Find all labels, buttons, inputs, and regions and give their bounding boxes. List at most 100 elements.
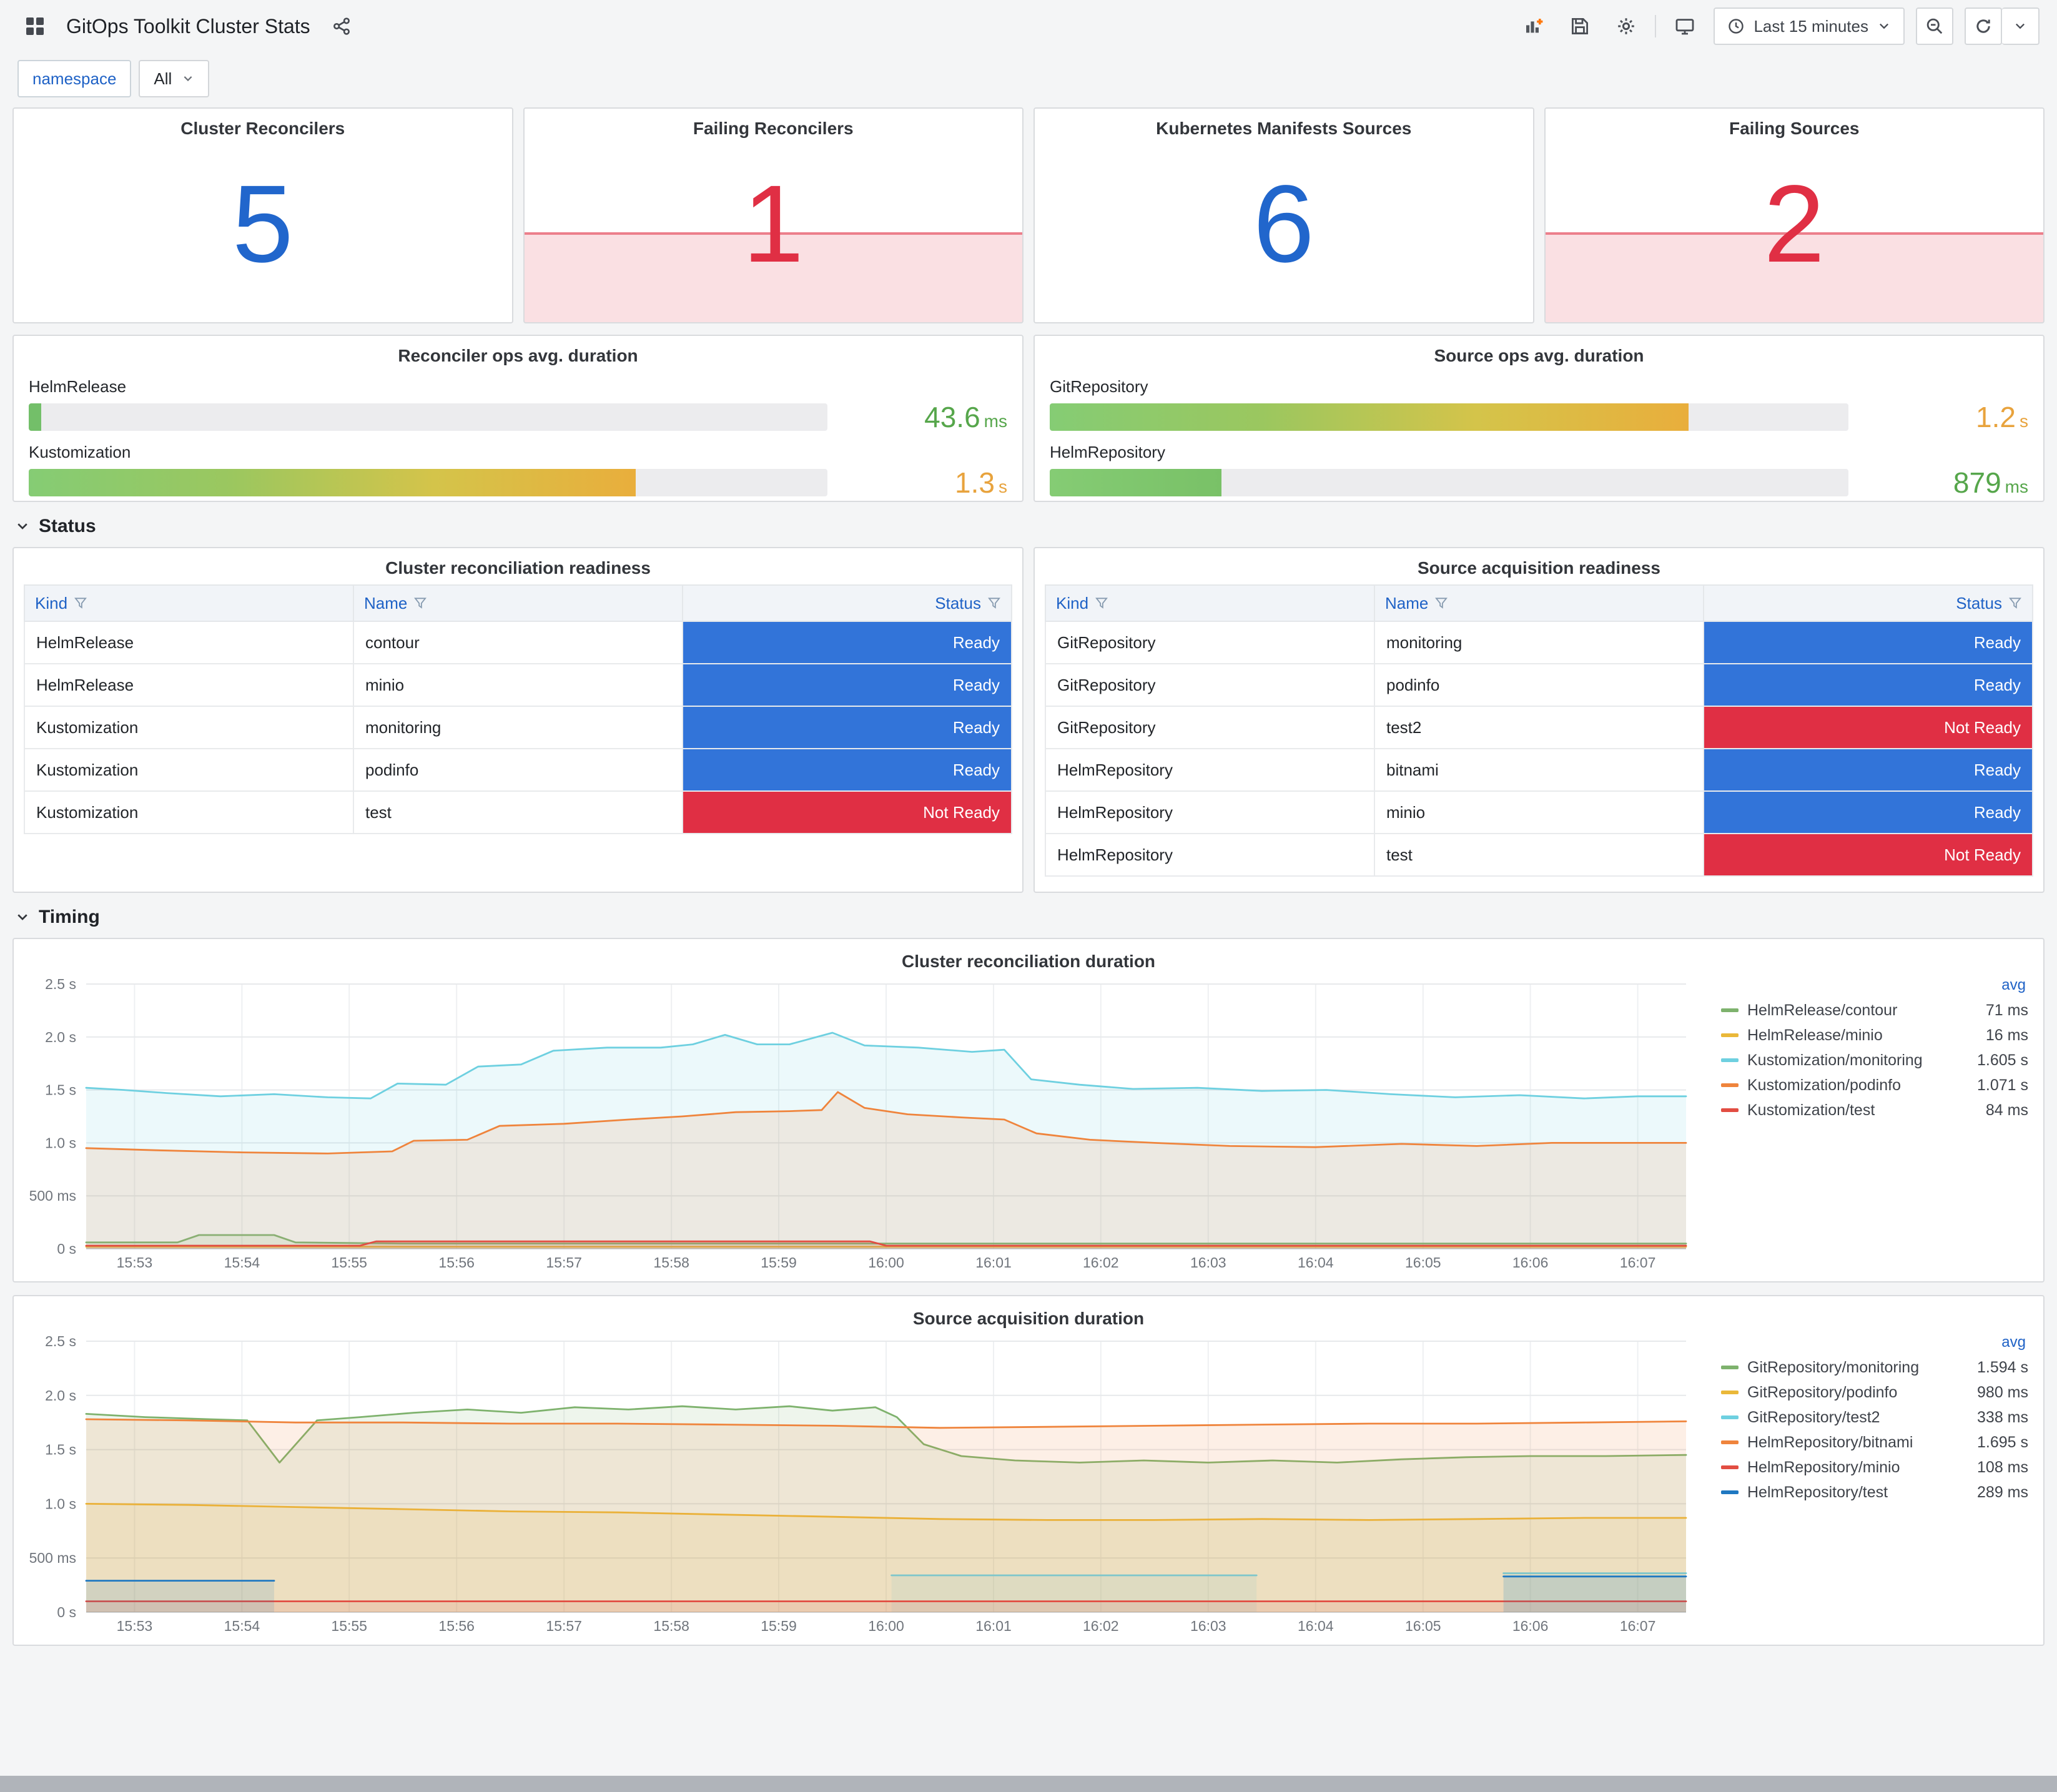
cell-name: test bbox=[1374, 833, 1704, 877]
status-badge: Ready bbox=[1704, 749, 2032, 790]
share-icon[interactable] bbox=[324, 9, 359, 44]
cell-kind: GitRepository bbox=[1045, 706, 1375, 749]
dashboard-grid-icon[interactable] bbox=[17, 9, 52, 44]
legend-avg-header[interactable]: avg bbox=[1721, 1334, 2028, 1351]
status-badge: Not Ready bbox=[1704, 707, 2032, 748]
refresh-interval-dropdown[interactable] bbox=[2002, 7, 2040, 45]
bar-gauge-track bbox=[29, 469, 827, 496]
legend-item[interactable]: GitRepository/test2 338 ms bbox=[1721, 1405, 2028, 1430]
svg-text:16:07: 16:07 bbox=[1620, 1254, 1656, 1271]
time-picker-button[interactable]: Last 15 minutes bbox=[1714, 7, 1905, 45]
legend-series-avg: 338 ms bbox=[1977, 1408, 2028, 1426]
table-row: Kustomization monitoring Ready bbox=[24, 706, 1012, 749]
timeseries-plot[interactable]: 15:53 15:54 15:55 15:56 15:57 15:58 15:59 16:00… bbox=[24, 1331, 1706, 1637]
gauges-row: Reconciler ops avg. duration HelmRelease… bbox=[12, 335, 2045, 502]
svg-text:16:06: 16:06 bbox=[1512, 1618, 1549, 1634]
legend-series-avg: 289 ms bbox=[1977, 1483, 2028, 1501]
svg-text:16:04: 16:04 bbox=[1298, 1618, 1334, 1634]
legend-series-name: HelmRepository/bitnami bbox=[1747, 1433, 1913, 1451]
svg-text:500 ms: 500 ms bbox=[29, 1550, 76, 1566]
bar-gauge-fill bbox=[29, 469, 636, 496]
column-header-status[interactable]: Status bbox=[682, 584, 1012, 622]
variable-namespace-label[interactable]: namespace bbox=[17, 60, 132, 97]
legend-series-color bbox=[1721, 1415, 1739, 1419]
column-header-kind[interactable]: Kind bbox=[24, 584, 354, 622]
timeseries-plot[interactable]: 15:53 15:54 15:55 15:56 15:57 15:58 15:59 16:00… bbox=[24, 974, 1706, 1274]
svg-text:16:03: 16:03 bbox=[1190, 1618, 1226, 1634]
panel-title[interactable]: Cluster reconciliation readiness bbox=[24, 548, 1012, 581]
tables-row: Cluster reconciliation readiness Kind Nam… bbox=[12, 547, 2045, 893]
row-header-timing[interactable]: Timing bbox=[15, 907, 2042, 928]
legend-series-name: HelmRepository/minio bbox=[1747, 1458, 1900, 1476]
table-panel-source-readiness: Source acquisition readiness Kind Name Sta… bbox=[1033, 547, 2045, 893]
panel-title[interactable]: Source acquisition duration bbox=[24, 1299, 2033, 1331]
panel-title[interactable]: Cluster reconciliation duration bbox=[24, 942, 2033, 974]
svg-text:15:53: 15:53 bbox=[117, 1618, 153, 1634]
bar-gauge-track bbox=[29, 403, 827, 431]
bar-gauge-value: 879 ms bbox=[1953, 466, 2028, 499]
status-badge: Ready bbox=[683, 664, 1011, 706]
cell-name: podinfo bbox=[353, 748, 683, 792]
filter-icon[interactable] bbox=[74, 596, 87, 610]
chevron-down-icon bbox=[15, 910, 30, 925]
status-badge: Not Ready bbox=[1704, 834, 2032, 875]
row-header-status[interactable]: Status bbox=[15, 516, 2042, 537]
column-header-name[interactable]: Name bbox=[1374, 584, 1704, 622]
legend-item[interactable]: Kustomization/podinfo 1.071 s bbox=[1721, 1073, 2028, 1098]
filter-icon[interactable] bbox=[2008, 596, 2022, 610]
column-header-status[interactable]: Status bbox=[1703, 584, 2033, 622]
stats-row: Cluster Reconcilers 5 Failing Reconciler… bbox=[12, 107, 2045, 323]
add-panel-icon[interactable] bbox=[1516, 9, 1551, 44]
svg-text:15:58: 15:58 bbox=[653, 1618, 689, 1634]
bar-gauge-fill bbox=[29, 403, 42, 431]
status-badge: Ready bbox=[1704, 664, 2032, 706]
legend-item[interactable]: HelmRepository/test 289 ms bbox=[1721, 1480, 2028, 1505]
panel-title[interactable]: Reconciler ops avg. duration bbox=[29, 336, 1007, 368]
filter-icon[interactable] bbox=[1434, 596, 1448, 610]
refresh-button[interactable] bbox=[1965, 7, 2002, 45]
cell-status: Not Ready bbox=[1703, 706, 2033, 749]
chart-legend: avg HelmRelease/contour 71 ms HelmRelease/m… bbox=[1706, 974, 2033, 1274]
svg-text:16:04: 16:04 bbox=[1298, 1254, 1334, 1271]
legend-series-name: GitRepository/test2 bbox=[1747, 1408, 1880, 1426]
variable-namespace-value-dropdown[interactable]: All bbox=[139, 60, 210, 97]
cell-kind: GitRepository bbox=[1045, 621, 1375, 664]
stat-value: 6 bbox=[1253, 163, 1315, 285]
panel-title[interactable]: Source ops avg. duration bbox=[1050, 336, 2028, 368]
zoom-out-button[interactable] bbox=[1916, 7, 1953, 45]
filter-icon[interactable] bbox=[413, 596, 427, 610]
bar-gauge-fill bbox=[1050, 403, 1689, 431]
cell-status: Not Ready bbox=[1703, 833, 2033, 877]
cell-status: Ready bbox=[1703, 748, 2033, 792]
legend-series-avg: 84 ms bbox=[1985, 1101, 2028, 1119]
legend-series-name: Kustomization/podinfo bbox=[1747, 1076, 1901, 1094]
legend-item[interactable]: HelmRelease/minio 16 ms bbox=[1721, 1023, 2028, 1048]
legend-series-color bbox=[1721, 1440, 1739, 1444]
cell-name: contour bbox=[353, 621, 683, 664]
legend-item[interactable]: Kustomization/test 84 ms bbox=[1721, 1098, 2028, 1123]
legend-item[interactable]: Kustomization/monitoring 1.605 s bbox=[1721, 1048, 2028, 1073]
legend-item[interactable]: GitRepository/podinfo 980 ms bbox=[1721, 1380, 2028, 1405]
filter-icon[interactable] bbox=[987, 596, 1001, 610]
bar-gauge-label: HelmRepository bbox=[1050, 443, 1165, 461]
svg-text:1.5 s: 1.5 s bbox=[45, 1082, 76, 1098]
legend-avg-header[interactable]: avg bbox=[1721, 977, 2028, 994]
bar-gauge-fill bbox=[1050, 469, 1221, 496]
legend-item[interactable]: GitRepository/monitoring 1.594 s bbox=[1721, 1355, 2028, 1380]
table-row: GitRepository test2 Not Ready bbox=[1045, 706, 2033, 749]
chart-panel-reconciliation-duration: Cluster reconciliation duration 15:53 15:… bbox=[12, 938, 2045, 1282]
column-header-name[interactable]: Name bbox=[353, 584, 683, 622]
legend-item[interactable]: HelmRepository/minio 108 ms bbox=[1721, 1455, 2028, 1480]
timeseries-svg: 15:53 15:54 15:55 15:56 15:57 15:58 15:59 16:00… bbox=[29, 1333, 1687, 1634]
cell-name: monitoring bbox=[1374, 621, 1704, 664]
tv-kiosk-icon[interactable] bbox=[1667, 9, 1702, 44]
cell-name: minio bbox=[1374, 790, 1704, 834]
legend-item[interactable]: HelmRepository/bitnami 1.695 s bbox=[1721, 1430, 2028, 1455]
filter-icon[interactable] bbox=[1095, 596, 1108, 610]
save-dashboard-icon[interactable] bbox=[1562, 9, 1597, 44]
settings-gear-icon[interactable] bbox=[1609, 9, 1644, 44]
panel-title[interactable]: Source acquisition readiness bbox=[1045, 548, 2033, 581]
column-header-kind[interactable]: Kind bbox=[1045, 584, 1375, 622]
time-range-label: Last 15 minutes bbox=[1754, 16, 1868, 36]
legend-item[interactable]: HelmRelease/contour 71 ms bbox=[1721, 998, 2028, 1023]
